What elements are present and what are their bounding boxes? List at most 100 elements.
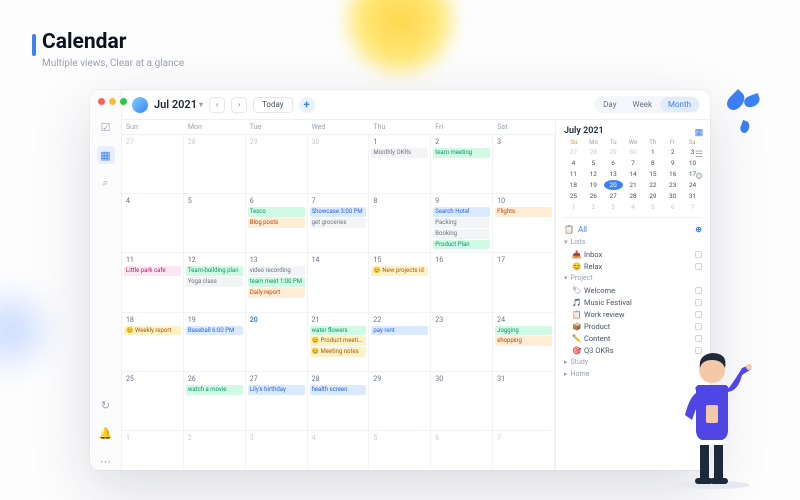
event[interactable]: Blog posts xyxy=(248,218,305,228)
mini-day[interactable]: 20 xyxy=(604,180,623,190)
mini-day[interactable]: 14 xyxy=(624,169,643,179)
mini-day[interactable]: 29 xyxy=(604,147,623,157)
mini-day[interactable]: 1 xyxy=(643,147,662,157)
event[interactable]: Product Plan xyxy=(433,240,490,250)
event[interactable]: Jogging xyxy=(495,326,552,336)
add-list-button[interactable]: ⊕ xyxy=(695,225,702,234)
nav-search-icon[interactable]: ⌕ xyxy=(97,174,115,192)
event[interactable]: pay rent xyxy=(371,326,428,336)
mini-day[interactable]: 26 xyxy=(584,191,603,201)
list-item-checkbox[interactable] xyxy=(695,287,702,294)
day-cell[interactable]: 15😊 New projects id xyxy=(369,253,431,312)
event[interactable]: Lily's birthday xyxy=(248,385,305,395)
mini-day[interactable]: 5 xyxy=(584,158,603,168)
tab-arrange-icon[interactable]: ☰ xyxy=(692,148,706,162)
day-cell[interactable]: 24Joggingshopping xyxy=(493,313,555,372)
event[interactable]: video recording xyxy=(248,266,305,276)
mini-day[interactable]: 28 xyxy=(624,191,643,201)
filter-all[interactable]: 📋All⊕ xyxy=(564,223,702,236)
day-cell[interactable]: 9Search HotelPackingBookingProduct Plan xyxy=(431,194,493,253)
event[interactable]: water flowers xyxy=(310,326,367,336)
mini-day[interactable]: 30 xyxy=(624,147,643,157)
event[interactable]: Tesco xyxy=(248,207,305,217)
day-cell[interactable]: 27Lily's birthday xyxy=(246,372,308,431)
event[interactable]: Team-building plan xyxy=(186,266,243,276)
day-cell[interactable]: 10Flights xyxy=(493,194,555,253)
view-month[interactable]: Month xyxy=(660,97,699,112)
nav-calendar-icon[interactable]: ▦ xyxy=(97,146,115,164)
day-cell[interactable]: 20 xyxy=(246,313,308,372)
day-cell[interactable]: 23 xyxy=(431,313,493,372)
mini-day[interactable]: 12 xyxy=(584,169,603,179)
day-cell[interactable]: 29 xyxy=(246,135,308,194)
day-cell[interactable]: 30 xyxy=(308,135,370,194)
mini-day[interactable]: 2 xyxy=(663,147,682,157)
mini-day[interactable]: 9 xyxy=(663,158,682,168)
event[interactable]: Daily report xyxy=(248,288,305,298)
day-cell[interactable]: 2team meeting xyxy=(431,135,493,194)
day-cell[interactable]: 28 xyxy=(184,135,246,194)
day-cell[interactable]: 26watch a movie xyxy=(184,372,246,431)
mini-day[interactable]: 3 xyxy=(604,202,623,212)
event[interactable]: Monthly OKRs xyxy=(371,148,428,158)
event[interactable]: Yoga class xyxy=(186,277,243,287)
tab-calendar-icon[interactable]: ▦ xyxy=(692,126,706,140)
day-cell[interactable]: 27 xyxy=(122,135,184,194)
day-cell[interactable]: 11Little park cafe xyxy=(122,253,184,312)
section-header[interactable]: ▾Project xyxy=(564,272,702,284)
day-cell[interactable]: 4 xyxy=(122,194,184,253)
event[interactable]: Booking xyxy=(433,229,490,239)
maximize-window-icon[interactable] xyxy=(120,98,127,105)
event[interactable]: Packing xyxy=(433,218,490,228)
day-cell[interactable]: 12Team-building planYoga class xyxy=(184,253,246,312)
mini-day[interactable]: 4 xyxy=(624,202,643,212)
avatar[interactable] xyxy=(132,97,148,113)
event[interactable]: Flights xyxy=(495,207,552,217)
day-cell[interactable]: 19Baseball 6:00 PM xyxy=(184,313,246,372)
event[interactable]: 😊 Product meeting xyxy=(310,336,367,346)
event[interactable]: Baseball 6:00 PM xyxy=(186,326,243,336)
mini-day[interactable]: 16 xyxy=(663,169,682,179)
day-cell[interactable]: 31 xyxy=(493,372,555,431)
mini-day[interactable]: 6 xyxy=(604,158,623,168)
mini-day[interactable]: 21 xyxy=(624,180,643,190)
list-item[interactable]: 🎵Music Festival xyxy=(564,296,702,308)
mini-day[interactable]: 18 xyxy=(564,180,583,190)
day-cell[interactable]: 6TescoBlog posts xyxy=(246,194,308,253)
day-cell[interactable]: 21water flowers😊 Product meeting😊 Meetin… xyxy=(308,313,370,372)
event[interactable]: health screen xyxy=(310,385,367,395)
nav-notifications-icon[interactable]: 🔔 xyxy=(97,424,115,442)
mini-day[interactable]: 27 xyxy=(604,191,623,201)
day-cell[interactable]: 22pay rent xyxy=(369,313,431,372)
list-item[interactable]: 🏷Welcome xyxy=(564,284,702,296)
event[interactable]: Showcase 3:00 PM xyxy=(310,207,367,217)
mini-day[interactable]: 11 xyxy=(564,169,583,179)
mini-day[interactable]: 15 xyxy=(643,169,662,179)
day-cell[interactable]: 18😊 Weekly report xyxy=(122,313,184,372)
event[interactable]: get groceries xyxy=(310,218,367,228)
mini-day[interactable]: 27 xyxy=(564,147,583,157)
day-cell[interactable]: 3 xyxy=(246,431,308,470)
event[interactable]: Little park cafe xyxy=(124,266,181,276)
mini-day[interactable]: 13 xyxy=(604,169,623,179)
today-button[interactable]: Today xyxy=(253,97,293,113)
list-item-checkbox[interactable] xyxy=(695,263,702,270)
day-cell[interactable]: 29 xyxy=(369,372,431,431)
day-cell[interactable]: 16 xyxy=(431,253,493,312)
add-button[interactable]: + xyxy=(299,97,315,113)
mini-day[interactable]: 29 xyxy=(643,191,662,201)
mini-calendar[interactable]: 2728293012345678910111213141516171819202… xyxy=(564,147,702,212)
day-cell[interactable]: 17 xyxy=(493,253,555,312)
event[interactable]: watch a movie xyxy=(186,385,243,395)
mini-day[interactable]: 25 xyxy=(564,191,583,201)
day-cell[interactable]: 2 xyxy=(184,431,246,470)
mini-day[interactable]: 30 xyxy=(663,191,682,201)
list-item-checkbox[interactable] xyxy=(695,251,702,258)
list-item[interactable]: 😊Relax xyxy=(564,260,702,272)
event[interactable]: Search Hotel xyxy=(433,207,490,217)
mini-day[interactable]: 1 xyxy=(564,202,583,212)
mini-day[interactable]: 31 xyxy=(683,191,702,201)
day-cell[interactable]: 5 xyxy=(184,194,246,253)
mini-day[interactable]: 2 xyxy=(584,202,603,212)
day-cell[interactable]: 5 xyxy=(369,431,431,470)
